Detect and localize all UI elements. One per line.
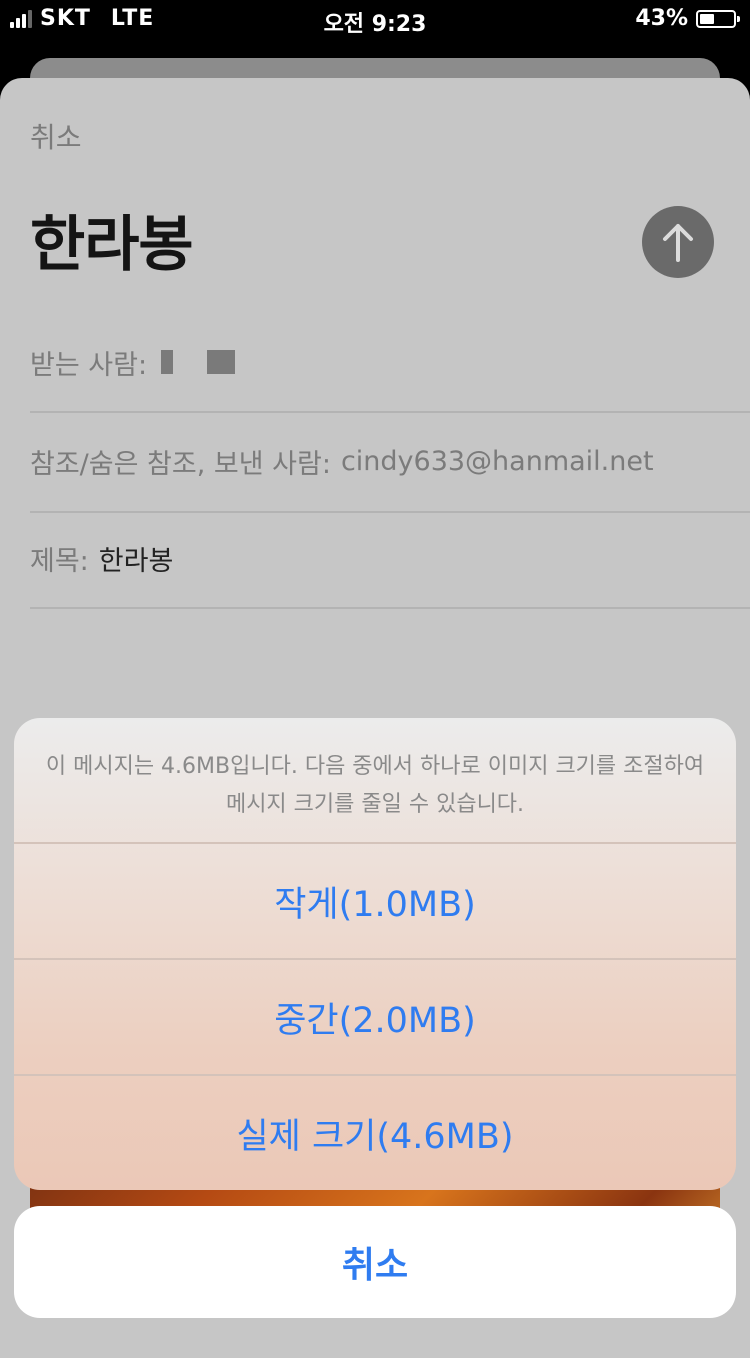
battery-fill: [700, 13, 714, 24]
action-sheet: 이 메시지는 4.6MB입니다. 다음 중에서 하나로 이미지 크기를 조절하여…: [14, 718, 736, 1190]
to-label: 받는 사람:: [30, 349, 148, 381]
compose-title: 한라봉: [30, 210, 194, 280]
action-sheet-cancel-button[interactable]: 취소: [14, 1206, 736, 1318]
battery-percent: 43%: [635, 6, 688, 31]
cc-value: cindy633@hanmail.net: [340, 445, 654, 477]
status-right: 43%: [635, 6, 740, 31]
subject-label: 제목:: [30, 545, 89, 577]
action-sheet-message: 이 메시지는 4.6MB입니다. 다음 중에서 하나로 이미지 크기를 조절하여…: [45, 754, 705, 817]
compose-cancel-button[interactable]: 취소: [30, 116, 82, 156]
divider: [30, 511, 750, 513]
divider: [30, 411, 750, 413]
status-bar: SKT LTE 오전 9:23 43%: [0, 0, 750, 40]
send-button[interactable]: [642, 206, 714, 278]
battery-icon: [696, 9, 740, 28]
option-medium-button[interactable]: 중간(2.0MB): [14, 960, 736, 1074]
arrow-up-icon: [663, 224, 693, 262]
option-actual-size-button[interactable]: 실제 크기(4.6MB): [14, 1076, 736, 1190]
cc-label: 참조/숨은 참조, 보낸 사람:: [30, 448, 331, 480]
redacted-recipient: [161, 350, 174, 374]
to-field[interactable]: 받는 사람:: [30, 342, 750, 382]
subject-value: 한라봉: [98, 545, 174, 577]
redacted-recipient: [207, 350, 236, 374]
option-small-button[interactable]: 작게(1.0MB): [14, 844, 736, 958]
divider: [30, 607, 750, 609]
subject-field[interactable]: 제목: 한라봉: [30, 538, 750, 578]
cc-field[interactable]: 참조/숨은 참조, 보낸 사람: cindy633@hanmail.net: [30, 441, 750, 481]
